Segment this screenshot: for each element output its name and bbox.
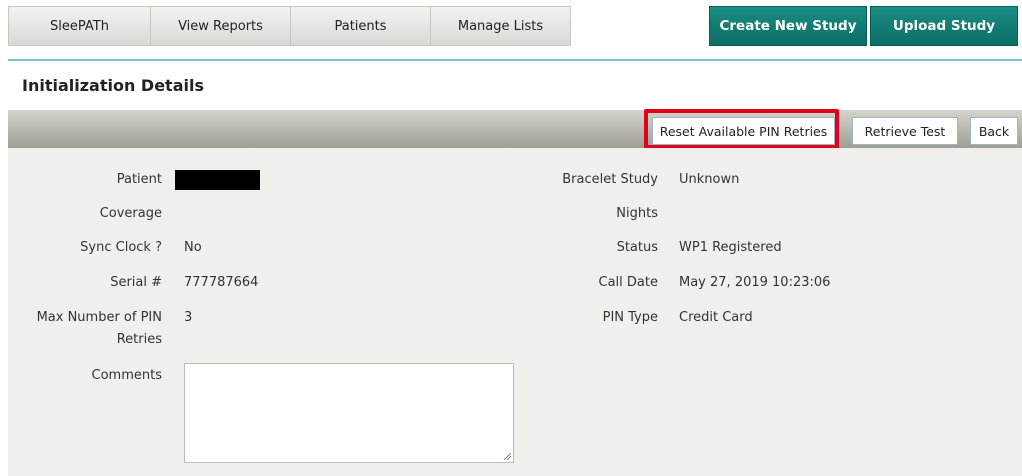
tab-view-reports[interactable]: View Reports — [151, 6, 291, 46]
resize-grip-icon[interactable] — [503, 452, 511, 460]
retrieve-test-button[interactable]: Retrieve Test — [852, 117, 958, 145]
max-pin-retries-label: Max Number of PIN — [36, 310, 162, 325]
max-pin-retries-label-line2: Retries — [116, 332, 162, 347]
tab-sleepath[interactable]: SleePATh — [8, 6, 151, 46]
comments-label: Comments — [91, 368, 162, 383]
call-date-label: Call Date — [598, 275, 658, 290]
page-title: Initialization Details — [22, 76, 204, 95]
serial-label: Serial # — [110, 275, 162, 290]
create-new-study-button[interactable]: Create New Study — [709, 6, 867, 46]
tab-patients[interactable]: Patients — [291, 6, 431, 46]
bracelet-study-value: Unknown — [679, 172, 740, 187]
status-label: Status — [616, 240, 658, 255]
status-value: WP1 Registered — [679, 240, 782, 255]
serial-value: 777787664 — [184, 275, 259, 290]
coverage-label: Coverage — [99, 206, 162, 221]
nights-label: Nights — [616, 206, 658, 221]
highlight-annotation — [644, 109, 839, 149]
header-divider — [8, 59, 1022, 61]
comments-textarea[interactable] — [184, 363, 514, 463]
sync-clock-value: No — [184, 240, 202, 255]
upload-study-button[interactable]: Upload Study — [870, 6, 1018, 46]
bracelet-study-label: Bracelet Study — [562, 172, 658, 187]
pin-type-value: Credit Card — [679, 310, 753, 325]
back-button[interactable]: Back — [970, 117, 1018, 145]
top-navigation: SleePATh View Reports Patients Manage Li… — [0, 0, 1022, 58]
patient-value-redacted — [175, 170, 260, 190]
tab-manage-lists[interactable]: Manage Lists — [431, 6, 571, 46]
call-date-value: May 27, 2019 10:23:06 — [679, 275, 831, 290]
nav-tabs: SleePATh View Reports Patients Manage Li… — [8, 6, 571, 46]
pin-type-label: PIN Type — [602, 310, 658, 325]
patient-label: Patient — [116, 172, 162, 187]
max-pin-retries-value: 3 — [184, 310, 193, 325]
sync-clock-label: Sync Clock ? — [80, 240, 162, 255]
